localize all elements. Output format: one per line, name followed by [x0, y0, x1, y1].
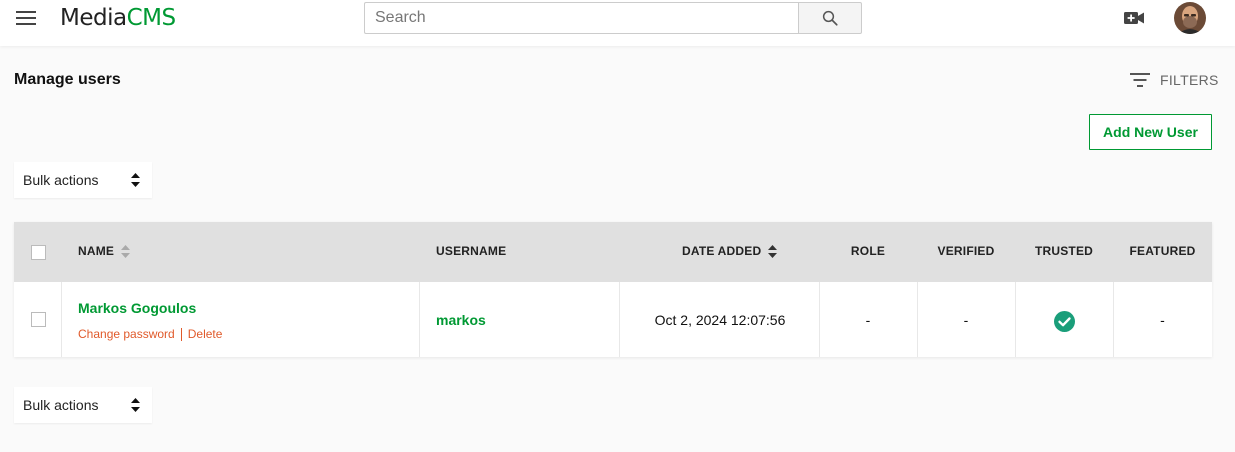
table-header: NAME USERNAME DATE ADDED ROLE VERIFIED T… — [14, 222, 1212, 282]
column-header-featured: FEATURED — [1113, 244, 1212, 258]
hamburger-menu-icon[interactable] — [16, 11, 36, 25]
user-action-links: Change password Delete — [78, 327, 222, 341]
cell-divider — [61, 282, 62, 357]
search-bar — [364, 2, 862, 34]
search-input[interactable] — [364, 2, 798, 34]
featured-value: - — [1160, 312, 1165, 328]
filters-button[interactable]: FILTERS — [1130, 71, 1219, 89]
video-upload-icon[interactable] — [1124, 10, 1144, 26]
add-new-user-button[interactable]: Add New User — [1089, 114, 1212, 150]
user-name-link[interactable]: Markos Gogoulos — [78, 300, 196, 316]
table-row: Markos Gogoulos Change password Delete m… — [14, 282, 1212, 357]
select-arrows-icon — [131, 398, 140, 412]
users-table: NAME USERNAME DATE ADDED ROLE VERIFIED T… — [14, 222, 1212, 357]
filter-icon — [1130, 73, 1150, 87]
username-link[interactable]: markos — [436, 312, 486, 328]
column-name-label: NAME — [78, 244, 115, 258]
cell-divider — [419, 282, 420, 357]
logo-text-cms: CMS — [126, 5, 177, 31]
select-arrows-icon — [131, 173, 140, 187]
bulk-actions-label: Bulk actions — [23, 397, 99, 413]
column-header-verified: VERIFIED — [917, 244, 1015, 258]
column-header-trusted: TRUSTED — [1015, 244, 1113, 258]
page-title: Manage users — [14, 71, 121, 88]
sort-arrows-icon — [768, 244, 778, 258]
app-logo[interactable]: MediaCMS — [60, 5, 176, 31]
user-avatar[interactable] — [1174, 2, 1206, 34]
column-header-role: ROLE — [819, 244, 917, 258]
change-password-link[interactable]: Change password — [78, 327, 175, 341]
column-date-label: DATE ADDED — [682, 244, 762, 258]
date-added-value: Oct 2, 2024 12:07:56 — [654, 312, 786, 328]
filters-label: FILTERS — [1160, 72, 1219, 88]
column-header-date-added[interactable]: DATE ADDED — [682, 244, 778, 258]
link-separator — [180, 327, 182, 341]
delete-user-link[interactable]: Delete — [188, 327, 223, 341]
column-header-name[interactable]: NAME — [78, 244, 131, 258]
logo-text-media: Media — [60, 5, 127, 31]
bulk-actions-select-bottom[interactable]: Bulk actions — [14, 387, 152, 423]
column-username-label: USERNAME — [436, 244, 507, 258]
search-button[interactable] — [798, 2, 862, 34]
sort-arrows-icon — [121, 244, 131, 258]
column-verified-label: VERIFIED — [937, 244, 995, 258]
column-header-username: USERNAME — [436, 244, 506, 258]
cell-divider — [1015, 282, 1016, 357]
select-all-checkbox[interactable] — [31, 245, 46, 260]
check-circle-icon — [1054, 311, 1075, 332]
app-header: MediaCMS — [0, 0, 1235, 46]
row-select-checkbox[interactable] — [31, 312, 46, 327]
bulk-actions-select-top[interactable]: Bulk actions — [14, 162, 152, 198]
bulk-actions-label: Bulk actions — [23, 172, 99, 188]
verified-value: - — [963, 312, 969, 328]
column-role-label: ROLE — [850, 244, 886, 258]
column-featured-label: FEATURED — [1129, 244, 1196, 258]
search-icon — [822, 10, 838, 26]
column-trusted-label: TRUSTED — [1034, 244, 1094, 258]
role-value: - — [865, 312, 871, 328]
